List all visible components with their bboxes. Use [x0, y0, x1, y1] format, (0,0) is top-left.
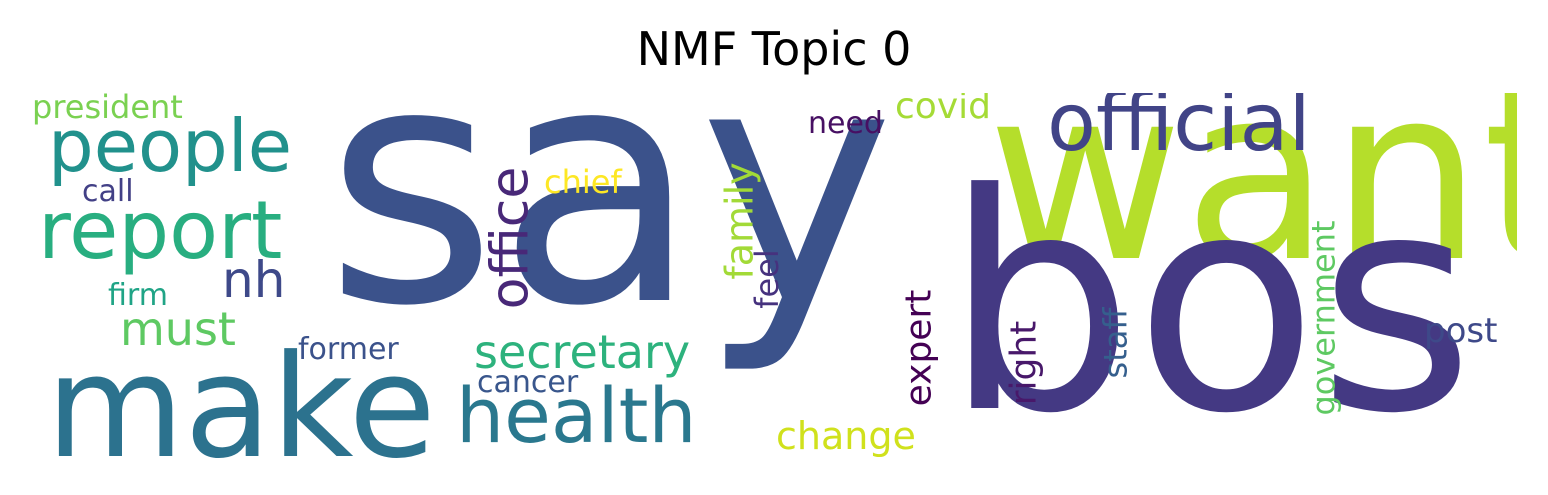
word-chief: chief [544, 163, 622, 201]
word-change: change [776, 414, 916, 458]
word-call: call [82, 174, 134, 209]
word-feel: feel [747, 249, 786, 309]
word-need: need [808, 106, 883, 141]
word-right: right [1003, 320, 1045, 406]
word-cloud: say want bos make official people report… [32, 93, 1517, 469]
word-cancer: cancer [477, 365, 579, 400]
word-expert: expert [898, 289, 940, 407]
word-firm: firm [108, 278, 168, 313]
word-post: post [1424, 311, 1498, 351]
word-government: government [1304, 220, 1343, 416]
word-nh: nh [222, 251, 286, 309]
word-staff: staff [1096, 307, 1135, 379]
chart-title: NMF Topic 0 [636, 22, 912, 76]
word-official: official [1047, 93, 1311, 169]
word-bos: bos [944, 130, 1475, 469]
word-covid: covid [895, 93, 991, 127]
word-president: president [32, 93, 183, 126]
word-former: former [298, 332, 399, 367]
word-office: office [480, 166, 541, 310]
